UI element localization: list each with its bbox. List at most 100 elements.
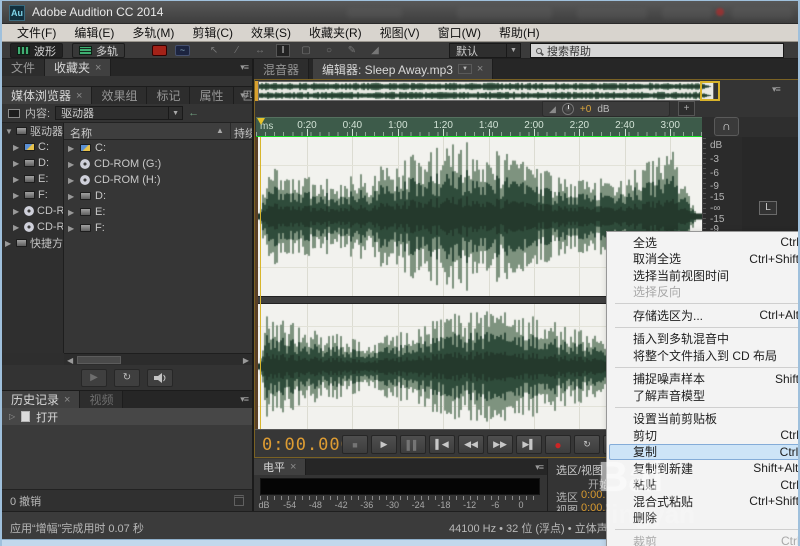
- loop-preview-button[interactable]: ↻: [114, 369, 140, 387]
- tab-mixer[interactable]: 混音器: [254, 59, 309, 79]
- skip-to-start-button[interactable]: ▌◀: [429, 435, 455, 454]
- panel-menu-icon[interactable]: ▾≡: [535, 462, 543, 473]
- search-help-input[interactable]: 搜索帮助: [530, 43, 784, 58]
- context-menu-item-插入到多轨混音中[interactable]: 插入到多轨混音中: [609, 331, 800, 348]
- tab-标记[interactable]: 标记: [147, 87, 190, 104]
- tab-媒体浏览器[interactable]: 媒体浏览器×: [2, 87, 92, 104]
- title-bar[interactable]: Au Adobe Audition CC 2014: [2, 1, 798, 24]
- workspace-dropdown[interactable]: 默认 ▼: [449, 43, 521, 58]
- scrollbar-thumb[interactable]: [77, 356, 121, 364]
- panel-menu-icon[interactable]: ▾≡: [240, 62, 248, 73]
- slip-tool-icon[interactable]: ↔: [253, 45, 267, 56]
- back-arrow-icon[interactable]: ←: [188, 107, 199, 119]
- menu-item-4[interactable]: 效果(S): [242, 24, 300, 42]
- volume-slider-icon[interactable]: ◢: [549, 104, 556, 115]
- playhead[interactable]: [260, 137, 261, 429]
- spectral-pitch-icon[interactable]: ~: [175, 45, 190, 56]
- drive-row-CD-ROM (H:)[interactable]: ▶CD-ROM (H:): [64, 172, 252, 188]
- close-icon[interactable]: ×: [477, 63, 483, 75]
- close-icon[interactable]: ×: [290, 461, 296, 473]
- tab-favorites[interactable]: 收藏夹×: [45, 59, 111, 76]
- rewind-button[interactable]: ◀◀: [458, 435, 484, 454]
- scroll-right-icon[interactable]: ▶: [243, 356, 249, 365]
- drive-row-CD-ROM (G:)[interactable]: ▶CD-ROM (G:): [64, 156, 252, 172]
- fast-forward-button[interactable]: ▶▶: [487, 435, 513, 454]
- paintbrush-selection-tool-icon[interactable]: ✎: [345, 45, 359, 56]
- headphone-icon[interactable]: ∩: [714, 117, 739, 136]
- context-menu-item-了解声音模型[interactable]: 了解声音模型: [609, 387, 800, 404]
- tab-video[interactable]: 视频: [80, 391, 123, 408]
- menu-item-6[interactable]: 视图(V): [371, 24, 429, 42]
- menu-item-5[interactable]: 收藏夹(R): [300, 24, 371, 42]
- tree-item-CD-ROM (G:)[interactable]: ▶CD-ROM (G:): [2, 203, 63, 219]
- drive-row-D:[interactable]: ▶D:: [64, 188, 252, 204]
- overview-right-handle[interactable]: [700, 81, 720, 101]
- context-menu-item-选择当前视图时间[interactable]: 选择当前视图时间: [609, 267, 800, 284]
- record-button[interactable]: ●: [545, 435, 571, 454]
- scroll-left-icon[interactable]: ◀: [67, 356, 73, 365]
- list-header[interactable]: 名称 ▲ 持续时间: [64, 123, 252, 140]
- waveform-view-button[interactable]: 波形: [10, 43, 63, 58]
- monitor-icon[interactable]: [8, 109, 20, 118]
- tab-files[interactable]: 文件: [2, 59, 45, 76]
- close-icon[interactable]: ×: [64, 394, 70, 406]
- auto-play-button[interactable]: [147, 369, 173, 387]
- panel-menu-icon[interactable]: ▾≡: [240, 90, 248, 101]
- tab-效果组[interactable]: 效果组: [92, 87, 147, 104]
- menu-item-8[interactable]: 帮助(H): [490, 24, 549, 42]
- sort-ascending-icon[interactable]: ▲: [216, 126, 224, 135]
- close-icon[interactable]: ×: [95, 62, 101, 74]
- playhead-pin-icon[interactable]: [257, 118, 265, 125]
- panel-menu-icon[interactable]: ▾≡: [240, 394, 248, 405]
- context-menu-item-取消全选[interactable]: 取消全选Ctrl+Shift+A: [609, 251, 800, 268]
- tree-root-shortcuts[interactable]: ▶快捷方式: [2, 235, 63, 251]
- pause-button[interactable]: ▌▌: [400, 435, 426, 454]
- skip-to-end-button[interactable]: ▶▌: [516, 435, 542, 454]
- tree-root-drives[interactable]: ▼驱动器: [2, 123, 63, 139]
- tree-item-C:[interactable]: ▶C:: [2, 139, 63, 155]
- move-tool-icon[interactable]: ↖: [207, 45, 221, 56]
- history-entry-open[interactable]: ▷ 打开: [2, 408, 252, 425]
- tree-item-D:[interactable]: ▶D:: [2, 155, 63, 171]
- menu-item-3[interactable]: 剪辑(C): [183, 24, 242, 42]
- drive-row-F:[interactable]: ▶F:: [64, 220, 252, 236]
- lasso-selection-tool-icon[interactable]: ○: [322, 45, 336, 56]
- left-channel-badge[interactable]: L: [759, 201, 777, 215]
- context-menu-item-将整个文件插入到 CD 布局[interactable]: 将整个文件插入到 CD 布局: [609, 347, 800, 364]
- razor-tool-icon[interactable]: ⁄: [230, 45, 244, 56]
- loop-playback-button[interactable]: ↻: [574, 435, 600, 454]
- menu-item-1[interactable]: 编辑(E): [65, 24, 123, 42]
- preview-play-button[interactable]: ▶: [81, 369, 107, 387]
- time-display[interactable]: 0:00.000: [262, 435, 352, 455]
- tab-levels[interactable]: 电平×: [254, 459, 306, 475]
- drive-row-C:[interactable]: ▶C:: [64, 140, 252, 156]
- tab-history[interactable]: 历史记录×: [2, 391, 80, 408]
- zoom-overview-strip[interactable]: [258, 81, 714, 101]
- tree-item-F:[interactable]: ▶F:: [2, 187, 63, 203]
- drive-row-E:[interactable]: ▶E:: [64, 204, 252, 220]
- menu-item-2[interactable]: 多轨(M): [123, 24, 183, 42]
- time-selection-tool-icon[interactable]: I: [276, 44, 290, 57]
- close-icon[interactable]: ×: [76, 90, 82, 102]
- tree-item-CD-ROM (H:)[interactable]: ▶CD-ROM (H:): [2, 219, 63, 235]
- tab-属性[interactable]: 属性: [190, 87, 233, 104]
- stop-button[interactable]: ■: [342, 435, 368, 454]
- panel-menu-icon[interactable]: ▾≡: [772, 84, 780, 95]
- chevron-down-icon[interactable]: ▼: [458, 64, 472, 74]
- context-menu-item-捕捉噪声样本[interactable]: 捕捉噪声样本Shift+P: [609, 371, 800, 388]
- content-dropdown[interactable]: 驱动器 ▼: [55, 106, 183, 120]
- context-menu-item-存储选区为...[interactable]: 存储选区为...Ctrl+Alt+S: [609, 307, 800, 324]
- spectral-display-icon[interactable]: [152, 45, 167, 56]
- context-menu-item-剪切[interactable]: 剪切Ctrl+X: [609, 427, 800, 444]
- spot-healing-brush-tool-icon[interactable]: ◢: [368, 45, 382, 56]
- multitrack-view-button[interactable]: 多轨: [72, 43, 125, 58]
- trash-icon[interactable]: [234, 495, 244, 506]
- context-menu-item-设置当前剪贴板[interactable]: 设置当前剪贴板: [609, 411, 800, 428]
- volume-knob[interactable]: [562, 103, 574, 115]
- tab-editor[interactable]: 编辑器: Sleep Away.mp3 ▼ ×: [313, 59, 493, 79]
- play-button[interactable]: ▶: [371, 435, 397, 454]
- tree-item-E:[interactable]: ▶E:: [2, 171, 63, 187]
- menu-item-7[interactable]: 窗口(W): [429, 24, 490, 42]
- timeline-ruler[interactable]: ms 0:200:401:001:201:402:002:202:403:003…: [256, 117, 702, 137]
- context-menu-item-全选[interactable]: 全选Ctrl+A: [609, 234, 800, 251]
